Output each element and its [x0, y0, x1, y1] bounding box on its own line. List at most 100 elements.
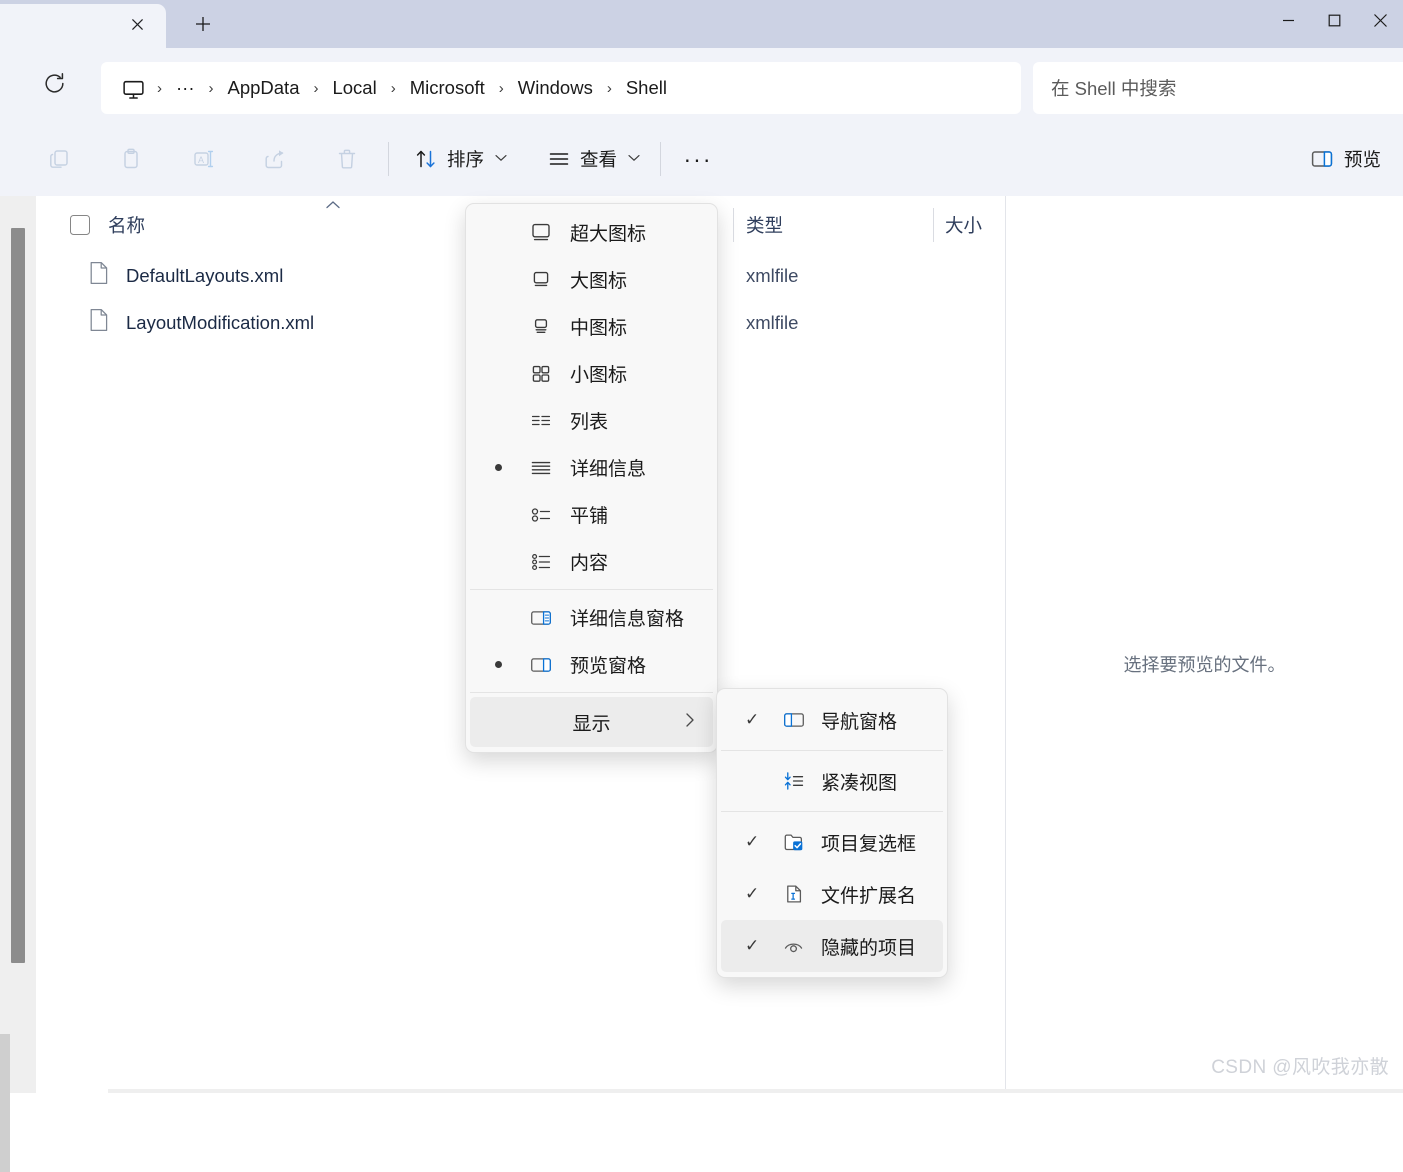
minimize-button[interactable]: [1265, 0, 1311, 40]
sort-label: 排序: [447, 149, 485, 170]
menu-item-details-pane[interactable]: 详细信息窗格: [470, 594, 713, 641]
breadcrumb-overflow[interactable]: ···: [167, 73, 203, 103]
check-icon: ✓: [745, 884, 760, 903]
check-icon: ✓: [745, 710, 760, 729]
refresh-button[interactable]: [36, 65, 72, 101]
menu-item-large-icons[interactable]: 大图标: [470, 256, 713, 303]
preview-pane-toggle[interactable]: 预览: [1298, 138, 1393, 180]
minimize-icon: [1282, 19, 1294, 21]
column-header-type[interactable]: 类型: [746, 196, 783, 254]
column-header-size-label: 大小: [945, 215, 983, 236]
selected-bullet-icon: [495, 464, 502, 471]
medium-icons-icon: [530, 316, 552, 338]
delete-button[interactable]: [326, 138, 368, 180]
menu-item-show[interactable]: 显示: [470, 697, 713, 747]
tab-close-button[interactable]: [120, 10, 154, 38]
menu-item-medium-icons[interactable]: 中图标: [470, 303, 713, 350]
more-options-button[interactable]: ···: [676, 138, 720, 180]
menu-item-file-extensions[interactable]: ✓ 文件扩展名: [721, 868, 943, 920]
breadcrumb-separator: ›: [157, 79, 162, 97]
command-toolbar: A 排序 查看 ··· 预览: [0, 122, 1403, 197]
file-name-cell[interactable]: DefaultLayouts.xml: [88, 252, 283, 299]
maximize-button[interactable]: [1311, 0, 1357, 40]
menu-item-details[interactable]: 详细信息: [470, 444, 713, 491]
selected-bullet-icon: [495, 661, 502, 668]
horizontal-scroll-edge[interactable]: [0, 1034, 10, 1172]
view-button[interactable]: 查看: [537, 138, 650, 180]
menu-item-label: 列表: [570, 412, 609, 433]
large-icons-icon: [530, 269, 552, 291]
menu-item-list[interactable]: 列表: [470, 397, 713, 444]
file-name-label: LayoutModification.xml: [126, 311, 315, 333]
breadcrumb-separator: ›: [498, 79, 504, 97]
breadcrumb-item-microsoft[interactable]: Microsoft: [401, 73, 494, 103]
show-submenu: ✓ 导航窗格 紧凑视图 ✓ 项目复选框 ✓ 文件扩展名 ✓ 隐藏的项目: [716, 688, 948, 978]
plus-icon: [196, 17, 210, 31]
column-header-size[interactable]: 大小: [945, 196, 982, 254]
tiles-view-icon: [530, 504, 552, 526]
share-icon: [265, 150, 284, 169]
xml-file-icon: [88, 308, 110, 337]
file-name-cell[interactable]: LayoutModification.xml: [88, 299, 314, 346]
view-icon: [549, 153, 569, 165]
share-button[interactable]: [254, 138, 296, 180]
menu-item-label: 超大图标: [570, 224, 647, 245]
sort-button[interactable]: 排序: [404, 138, 517, 180]
bottom-edge: [108, 1089, 1403, 1093]
column-header-name[interactable]: 名称: [70, 196, 145, 254]
close-icon: [1373, 13, 1387, 27]
column-divider[interactable]: [933, 208, 934, 242]
clipboard-icon: [124, 148, 138, 169]
menu-item-label: 内容: [570, 553, 609, 574]
search-placeholder: 在 Shell 中搜索: [1051, 78, 1177, 99]
menu-item-hidden-items[interactable]: ✓ 隐藏的项目: [721, 920, 943, 972]
menu-item-extra-large-icons[interactable]: 超大图标: [470, 209, 713, 256]
column-header-type-label: 类型: [746, 215, 784, 236]
compact-view-icon: [783, 770, 805, 792]
menu-item-content[interactable]: 内容: [470, 538, 713, 585]
tab-strip: [0, 0, 1403, 48]
breadcrumb-item-local[interactable]: Local: [323, 73, 385, 103]
menu-item-label: 详细信息: [570, 459, 647, 480]
menu-item-tiles[interactable]: 平铺: [470, 491, 713, 538]
toolbar-separator: [388, 142, 389, 176]
menu-item-label: 项目复选框: [821, 833, 917, 855]
breadcrumb-item-appdata[interactable]: AppData: [218, 73, 308, 103]
navigation-pane-scrollbar-thumb[interactable]: [11, 228, 25, 963]
breadcrumb-separator: ›: [390, 79, 396, 97]
menu-item-item-checkboxes[interactable]: ✓ 项目复选框: [721, 816, 943, 868]
column-header-name-label: 名称: [108, 215, 146, 236]
breadcrumb-separator: ›: [208, 79, 214, 97]
extra-large-icons-icon: [530, 222, 552, 244]
file-type-cell: xmlfile: [746, 264, 799, 286]
copy-button[interactable]: [38, 138, 80, 180]
this-pc-icon[interactable]: [115, 75, 152, 102]
address-bar-row: › ··· › AppData › Local › Microsoft › Wi…: [0, 48, 1403, 123]
rename-icon: A: [194, 150, 214, 168]
menu-item-compact-view[interactable]: 紧凑视图: [721, 755, 943, 807]
column-divider[interactable]: [733, 208, 734, 242]
paste-button[interactable]: [110, 138, 152, 180]
breadcrumb-item-shell[interactable]: Shell: [617, 73, 676, 103]
menu-item-navigation-pane[interactable]: ✓ 导航窗格: [721, 694, 943, 746]
menu-item-label: 紧凑视图: [821, 772, 898, 794]
menu-item-label: 预览窗格: [570, 656, 647, 677]
window-close-button[interactable]: [1357, 0, 1403, 40]
menu-item-label: 详细信息窗格: [570, 609, 685, 630]
menu-item-label: 文件扩展名: [821, 885, 917, 907]
navigation-pane-icon: [783, 709, 805, 731]
search-input[interactable]: 在 Shell 中搜索: [1033, 62, 1403, 114]
preview-pane: 选择要预览的文件。 CSDN @风吹我亦散: [1006, 196, 1403, 1093]
select-all-checkbox[interactable]: [70, 215, 90, 235]
rename-button[interactable]: A: [182, 138, 224, 180]
menu-item-preview-pane[interactable]: 预览窗格: [470, 641, 713, 688]
file-type-cell: xmlfile: [746, 311, 799, 333]
breadcrumb[interactable]: › ··· › AppData › Local › Microsoft › Wi…: [101, 62, 1021, 114]
navigation-pane-gutter: [0, 196, 36, 1093]
menu-item-label: 隐藏的项目: [821, 937, 917, 959]
breadcrumb-item-windows[interactable]: Windows: [509, 73, 602, 103]
menu-item-label: 平铺: [570, 506, 609, 527]
refresh-icon: [44, 72, 64, 93]
menu-item-small-icons[interactable]: 小图标: [470, 350, 713, 397]
new-tab-button[interactable]: [180, 6, 226, 42]
